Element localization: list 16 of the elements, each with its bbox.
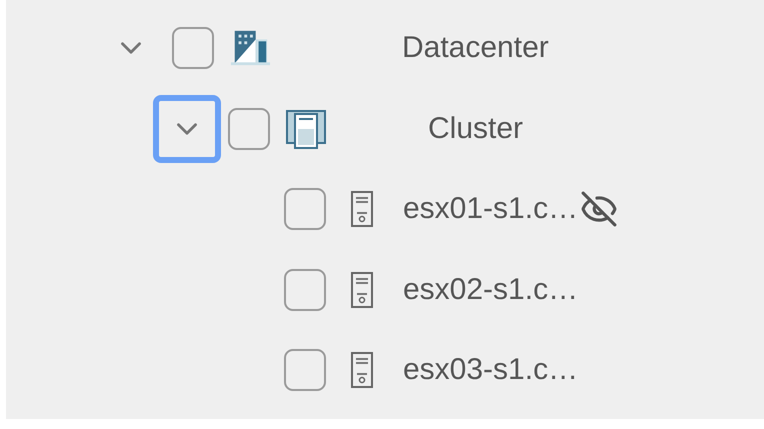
expand-toggle[interactable] — [153, 94, 221, 163]
server-icon — [350, 191, 374, 228]
checkbox[interactable] — [284, 188, 326, 230]
checkbox[interactable] — [172, 27, 214, 70]
cluster-icon — [286, 108, 326, 149]
tree-item-label[interactable]: esx03-s1.c… — [403, 353, 578, 388]
tree-item-label[interactable]: Cluster — [428, 112, 524, 146]
building-icon — [230, 29, 270, 68]
server-icon — [350, 272, 374, 308]
tree-item-label[interactable]: esx02-s1.c… — [403, 272, 578, 307]
tree-item-label[interactable]: esx01-s1.c… — [403, 192, 578, 226]
tree-item-label[interactable]: Datacenter — [402, 31, 549, 66]
server-icon — [350, 352, 374, 388]
checkbox[interactable] — [284, 349, 326, 392]
checkbox[interactable] — [284, 268, 326, 311]
checkbox[interactable] — [228, 108, 270, 150]
